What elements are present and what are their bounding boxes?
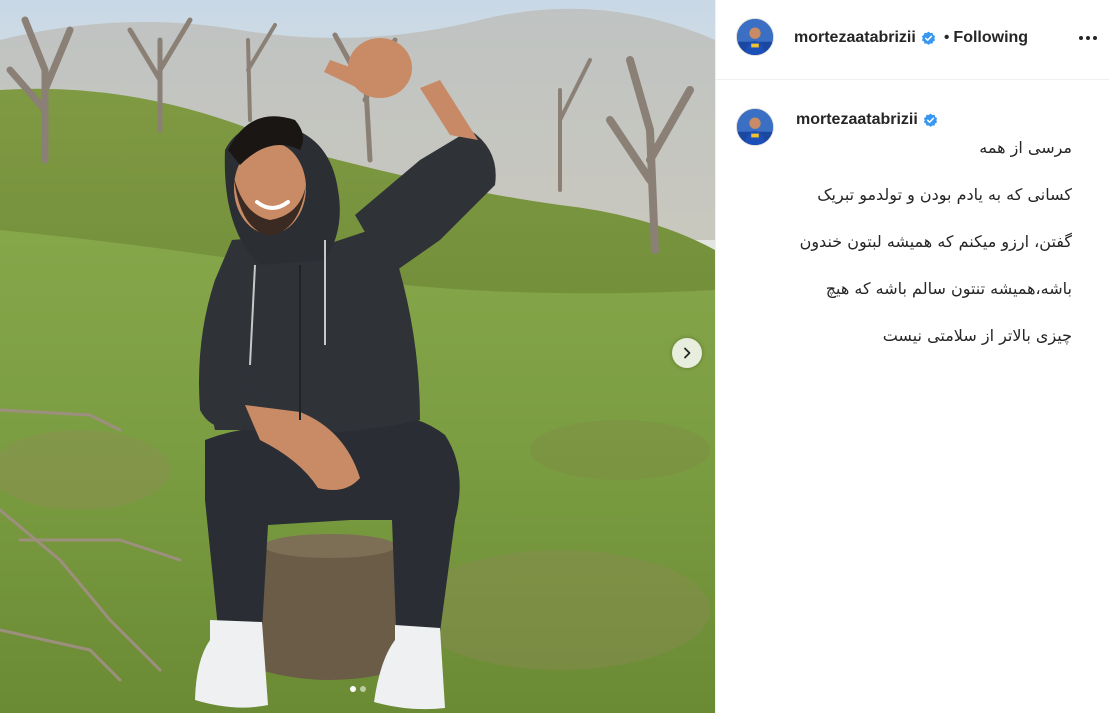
post-sidebar: mortezaatabrizii • Following mortezaatab… <box>715 0 1109 715</box>
verified-badge-icon <box>921 31 936 46</box>
instagram-post: mortezaatabrizii • Following mortezaatab… <box>0 0 1109 715</box>
post-media[interactable] <box>0 0 715 713</box>
post-photo <box>0 0 715 713</box>
chevron-right-icon <box>684 347 691 359</box>
username-link[interactable]: mortezaatabrizii <box>794 29 916 47</box>
header-separator: • <box>943 29 950 46</box>
avatar-image <box>737 19 773 55</box>
post-header: mortezaatabrizii • Following <box>716 0 1109 80</box>
next-slide-button[interactable] <box>672 338 702 368</box>
avatar[interactable] <box>736 18 774 56</box>
more-options-icon <box>1079 36 1097 40</box>
caption-line: مرسی از همه <box>979 137 1072 157</box>
carousel-indicator <box>0 686 715 692</box>
header-user-line: mortezaatabrizii • Following <box>794 27 1028 49</box>
more-options-button[interactable] <box>1075 26 1101 50</box>
caption-line: باشه،همیشه تنتون سالم باشه که هیچ <box>825 278 1072 298</box>
caption-line: چیزی بالاتر از سلامتی نیست <box>882 325 1072 345</box>
caption-avatar[interactable] <box>736 108 774 146</box>
avatar-image <box>737 109 773 145</box>
caption-text: مرسی از همه کسانی که به یادم بودن و تولد… <box>796 112 1072 371</box>
carousel-dot <box>349 686 356 692</box>
carousel-dot <box>359 686 366 692</box>
caption-line: کسانی که به یادم بودن و تولدمو تبریک <box>817 184 1072 204</box>
caption-line: گفتن، ارزو میکنم که همیشه لبتون خندون <box>799 231 1072 251</box>
following-button[interactable]: Following <box>953 29 1028 47</box>
